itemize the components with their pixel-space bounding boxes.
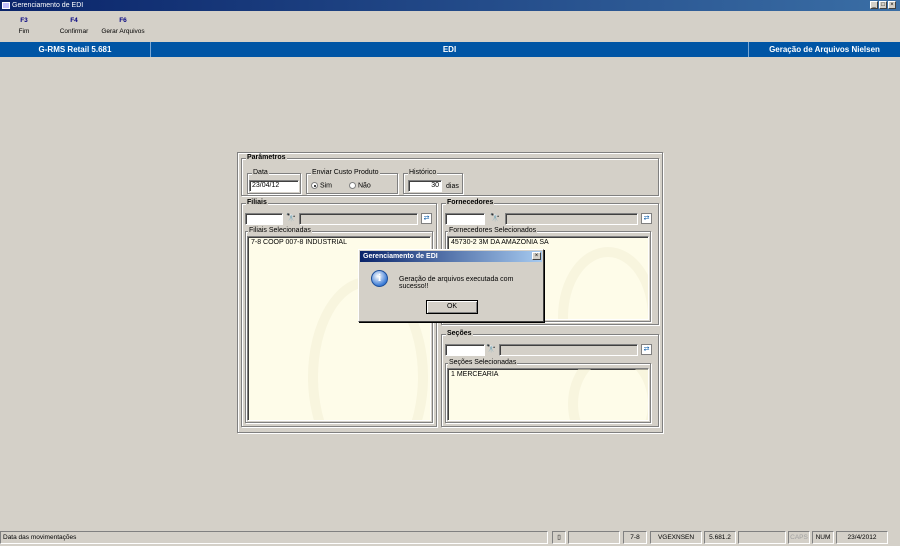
filiais-title: Filiais	[246, 199, 268, 206]
radio-selected-icon	[311, 182, 318, 189]
status-empty-cell	[568, 531, 620, 544]
document-icon: ▯	[552, 531, 566, 544]
message-dialog: Gerenciamento de EDI × i Geração de arqu…	[358, 249, 544, 322]
toolbar: F3 Fim F4 Confirmar F6 Gerar Arquivos	[0, 11, 900, 42]
app-header: G-RMS Retail 5.681 EDI Geração de Arquiv…	[0, 42, 900, 57]
custo-nao-label: Não	[357, 182, 371, 190]
toolbar-label: Fim	[18, 28, 30, 35]
fornecedores-list-label: Fornecedores Selecionados	[448, 227, 538, 234]
toolbar-key: F6	[119, 17, 127, 24]
dialog-titlebar: Gerenciamento de EDI	[360, 251, 542, 262]
toolbar-gerar-arquivos-button[interactable]: F6 Gerar Arquivos	[98, 17, 148, 35]
secoes-list-group: Seções Selecionadas 1 MERCEARIA	[445, 359, 651, 423]
background-watermark	[558, 247, 648, 319]
toolbar-fim-button[interactable]: F3 Fim	[14, 17, 34, 35]
dialog-close-icon[interactable]: ×	[532, 252, 541, 260]
data-group: Data 23/04/12	[247, 169, 301, 194]
secoes-title: Seções	[446, 330, 473, 337]
fornecedores-code-input[interactable]	[445, 213, 485, 225]
toolbar-label: Gerar Arquivos	[101, 28, 145, 35]
status-empty-cell	[738, 531, 786, 544]
toolbar-confirmar-button[interactable]: F4 Confirmar	[56, 17, 92, 35]
header-module: EDI	[151, 42, 749, 57]
restore-button[interactable]: □	[879, 1, 887, 9]
custo-sim-label: Sim	[319, 182, 333, 190]
status-caps: CAPS	[788, 531, 810, 544]
secoes-group: Seções 🔭 ⇄ Seções Selecionadas 1 MERCEAR…	[441, 330, 659, 427]
custo-group: Enviar Custo Produto Sim Não	[306, 169, 398, 194]
secoes-list-label: Seções Selecionadas	[448, 359, 518, 366]
data-input[interactable]: 23/04/12	[249, 180, 299, 192]
info-icon: i	[371, 270, 388, 287]
statusbar: Data das movimentações ▯ 7-8 VGEXNSEN 5.…	[0, 529, 900, 546]
toolbar-key: F3	[20, 17, 28, 24]
binoculars-icon[interactable]: 🔭	[485, 344, 497, 355]
status-message: Data das movimentações	[0, 531, 548, 544]
status-version: 5.681.2	[704, 531, 736, 544]
fornecedores-title: Fornecedores	[446, 199, 495, 206]
radio-unselected-icon	[349, 182, 356, 189]
custo-nao-radio[interactable]: Não	[349, 182, 371, 189]
secoes-code-input[interactable]	[445, 344, 485, 356]
status-date: 23/4/2012	[836, 531, 888, 544]
filiais-name-field	[299, 213, 418, 225]
header-screen: Geração de Arquivos Nielsen	[769, 45, 880, 54]
list-item[interactable]: 1 MERCEARIA	[451, 371, 645, 378]
toolbar-key: F4	[70, 17, 78, 24]
parametros-group: Parâmetros Data 23/04/12 Enviar Custo Pr…	[241, 154, 659, 196]
app-icon	[2, 2, 10, 9]
toolbar-label: Confirmar	[59, 28, 89, 35]
historico-group: Histórico 30 dias	[403, 169, 463, 194]
ok-button[interactable]: OK	[426, 300, 478, 314]
header-product: G-RMS Retail 5.681	[0, 42, 151, 57]
status-num: NUM	[812, 531, 834, 544]
add-filial-icon[interactable]: ⇄	[421, 213, 432, 224]
dialog-title: Gerenciamento de EDI	[363, 253, 438, 260]
historico-unit: dias	[446, 183, 459, 190]
custo-label: Enviar Custo Produto	[311, 169, 380, 176]
window-titlebar: Gerenciamento de EDI _ □ ×	[0, 0, 900, 11]
historico-input[interactable]: 30	[408, 180, 442, 192]
add-fornecedor-icon[interactable]: ⇄	[641, 213, 652, 224]
close-button[interactable]: ×	[888, 1, 896, 9]
historico-label: Histórico	[408, 169, 438, 176]
binoculars-icon[interactable]: 🔭	[285, 213, 297, 224]
list-item[interactable]: 45730-2 3M DA AMAZONIA SA	[451, 239, 645, 246]
binoculars-icon[interactable]: 🔭	[489, 213, 501, 224]
status-program: VGEXNSEN	[650, 531, 702, 544]
custo-sim-radio[interactable]: Sim	[311, 182, 332, 189]
parametros-title: Parâmetros	[246, 154, 287, 161]
status-filial: 7-8	[623, 531, 647, 544]
data-label: Data	[252, 169, 269, 176]
filiais-code-input[interactable]	[245, 213, 283, 225]
dialog-message: Geração de arquivos executada com sucess…	[399, 276, 514, 290]
window-title: Gerenciamento de EDI	[12, 2, 84, 9]
secoes-name-field	[499, 344, 638, 356]
minimize-button[interactable]: _	[870, 1, 878, 9]
fornecedores-name-field	[505, 213, 638, 225]
secoes-listbox[interactable]: 1 MERCEARIA	[447, 368, 649, 421]
add-secao-icon[interactable]: ⇄	[641, 344, 652, 355]
list-item[interactable]: 7-8 COOP 007-8 INDUSTRIAL	[251, 239, 427, 246]
filiais-list-label: Filiais Selecionadas	[248, 227, 312, 234]
